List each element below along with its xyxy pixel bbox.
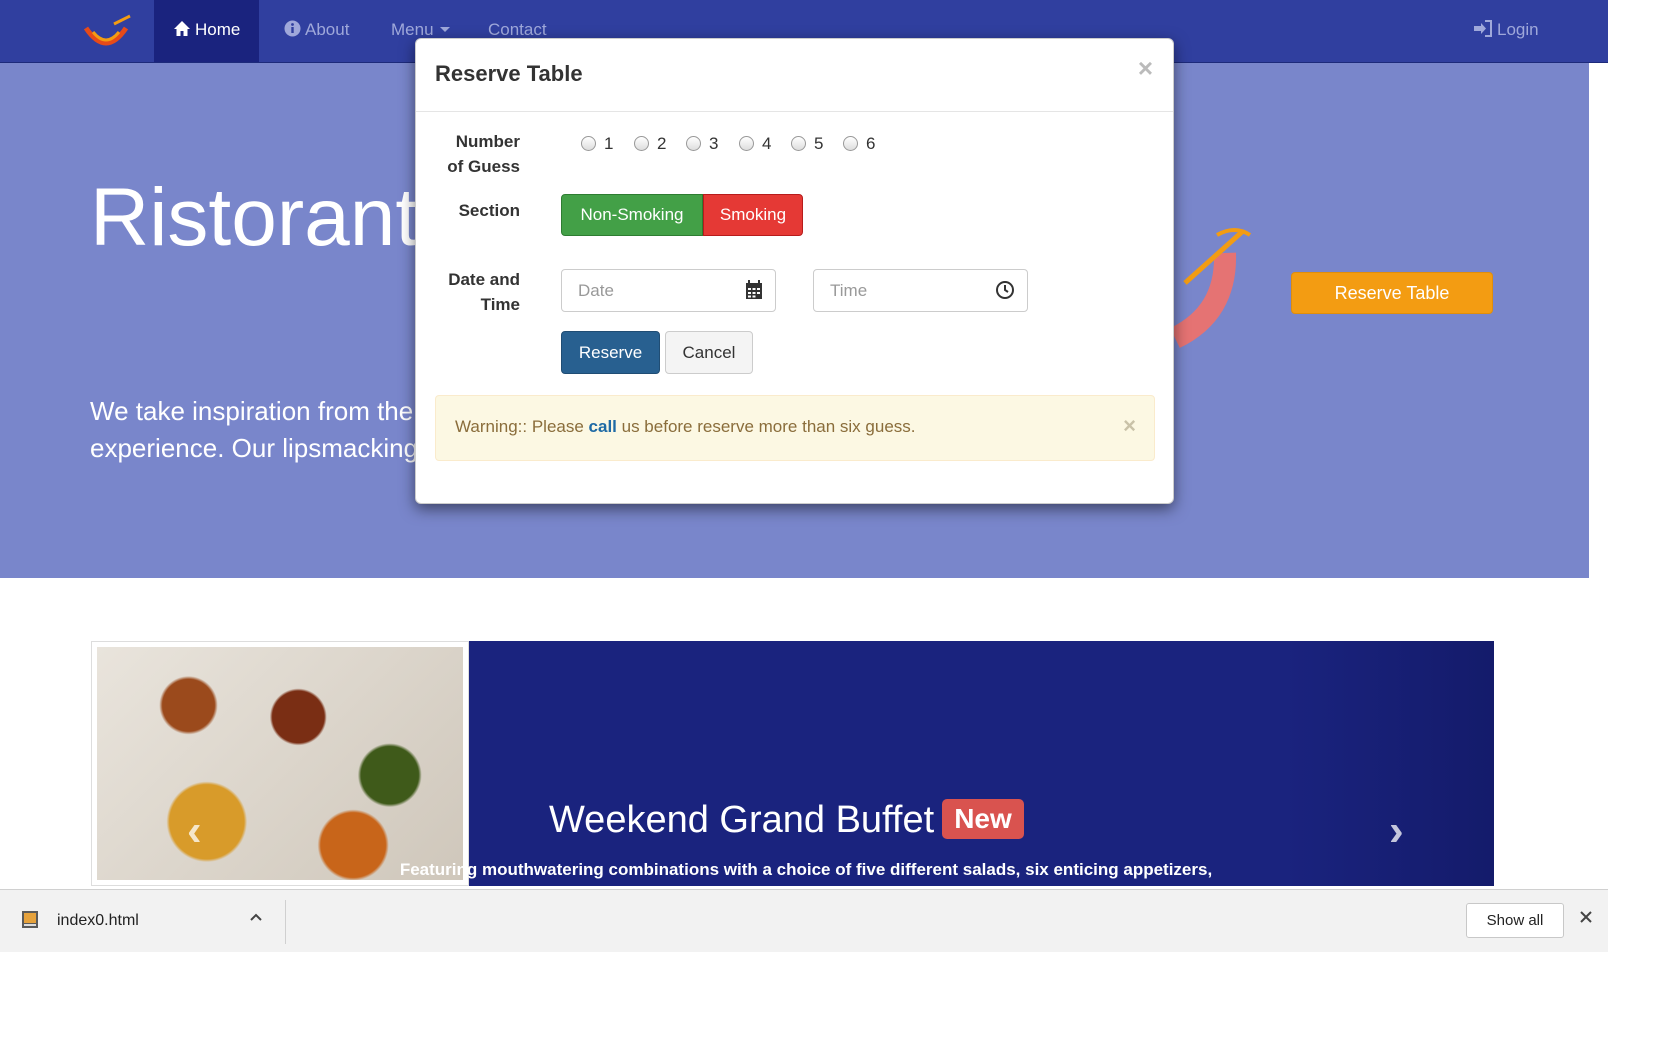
radio-circle-icon[interactable] (634, 136, 649, 151)
info-circle-icon (284, 20, 301, 37)
nav-about-label: About (305, 20, 350, 39)
radio-circle-icon[interactable] (791, 136, 806, 151)
datetime-label-line-1: Date and (448, 270, 520, 289)
downloads-separator (285, 900, 286, 944)
carousel-prev-icon[interactable]: ‹ (187, 806, 202, 856)
caret-down-icon (439, 27, 450, 32)
carousel: ‹ › Weekend Grand Buffet New Featuring mo… (91, 641, 1494, 886)
modal-title: Reserve Table (435, 61, 583, 86)
radio-circle-icon[interactable] (739, 136, 754, 151)
smoking-button[interactable]: Smoking (703, 194, 803, 236)
download-filename[interactable]: index0.html (57, 912, 139, 930)
modal-close-icon[interactable]: × (1138, 53, 1153, 84)
downloads-bar: index0.html Show all (0, 889, 1608, 952)
guests-radio-1-label: 1 (604, 134, 614, 153)
buffet-title: Weekend Grand Buffet (549, 799, 935, 841)
reserve-table-modal: Reserve Table × Number of Guess 1 2 3 4 … (415, 38, 1174, 504)
time-placeholder: Time (830, 281, 868, 300)
guests-label-line-2: of Guess (447, 157, 520, 176)
calendar-icon[interactable] (745, 280, 763, 300)
warning-alert: Warning:: Please call us before reserve … (435, 395, 1155, 461)
clock-icon[interactable] (995, 280, 1015, 300)
guests-radio-3[interactable]: 3 (686, 134, 718, 154)
radio-circle-icon[interactable] (581, 136, 596, 151)
date-placeholder: Date (578, 281, 614, 300)
html-file-icon (22, 911, 38, 928)
home-icon (174, 21, 190, 36)
guests-radio-2[interactable]: 2 (634, 134, 666, 154)
carousel-next-icon[interactable]: › (1389, 806, 1404, 856)
restaurant-logo[interactable] (80, 14, 132, 54)
alert-prefix: Warning:: Please (455, 417, 589, 436)
guests-radio-1[interactable]: 1 (581, 134, 613, 154)
non-smoking-button[interactable]: Non-Smoking (561, 194, 703, 236)
date-input[interactable]: Date (561, 269, 776, 312)
guests-radio-6-label: 6 (866, 134, 876, 153)
guests-radio-5-label: 5 (814, 134, 824, 153)
jumbotron-text-line-1: We take inspiration from the (90, 396, 414, 426)
modal-header: Reserve Table × (416, 39, 1173, 112)
nav-about[interactable]: About (265, 0, 368, 62)
guests-label: Number of Guess (430, 129, 520, 179)
reserve-button[interactable]: Reserve (561, 331, 660, 374)
show-all-button[interactable]: Show all (1466, 903, 1564, 938)
jumbotron-text-line-2: experience. Our lipsmacking (90, 433, 419, 463)
chevron-up-icon[interactable] (249, 910, 263, 924)
nav-contact-label: Contact (488, 20, 547, 39)
alert-close-icon[interactable]: × (1123, 413, 1136, 439)
restaurant-title: Ristorante (90, 172, 464, 263)
radio-circle-icon[interactable] (686, 136, 701, 151)
nav-menu-label: Menu (391, 20, 434, 39)
nav-login-label: Login (1497, 20, 1539, 39)
reserve-table-button[interactable]: Reserve Table (1291, 272, 1493, 314)
carousel-caption-title: Weekend Grand Buffet New (549, 799, 1024, 842)
cancel-button[interactable]: Cancel (665, 331, 753, 374)
nav-home-label: Home (195, 20, 241, 39)
datetime-label: Date and Time (430, 267, 520, 317)
new-badge: New (942, 799, 1024, 839)
carousel-caption-text: Featuring mouthwatering combinations wit… (399, 860, 1213, 886)
alert-text: Warning:: Please call us before reserve … (455, 417, 916, 437)
datetime-label-line-2: Time (480, 295, 520, 314)
nav-login[interactable]: Login (1454, 0, 1558, 62)
section-label: Section (458, 201, 520, 220)
guests-radio-5[interactable]: 5 (791, 134, 823, 154)
buffet-image (91, 641, 469, 886)
guests-label-line-1: Number (455, 132, 520, 151)
alert-suffix: us before reserve more than six guess. (616, 417, 916, 436)
radio-circle-icon[interactable] (843, 136, 858, 151)
time-input[interactable]: Time (813, 269, 1028, 312)
call-link[interactable]: call (589, 417, 617, 436)
guests-radio-2-label: 2 (657, 134, 667, 153)
guests-radio-6[interactable]: 6 (843, 134, 875, 154)
guests-radio-4-label: 4 (762, 134, 772, 153)
nav-home[interactable]: Home (154, 0, 260, 62)
guests-radio-4[interactable]: 4 (739, 134, 771, 154)
buffet-photo (97, 647, 463, 880)
close-icon[interactable] (1578, 909, 1594, 925)
login-icon (1474, 20, 1492, 37)
guests-radio-3-label: 3 (709, 134, 719, 153)
